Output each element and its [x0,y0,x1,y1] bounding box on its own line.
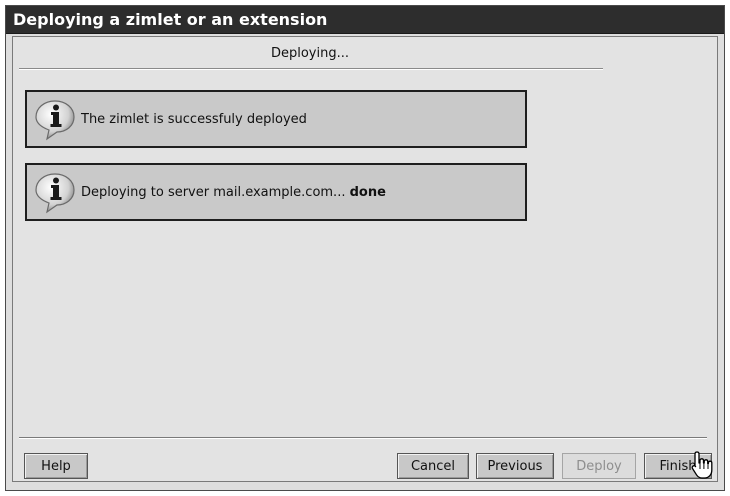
message-box-server: Deploying to server mail.example.com... … [25,163,527,221]
info-icon [35,100,75,141]
dialog-title: Deploying a zimlet or an extension [6,6,724,34]
info-icon [35,173,75,214]
message-text: Deploying to server mail.example.com... … [81,184,386,200]
deploy-button: Deploy [562,453,636,479]
message-text: The zimlet is successfuly deployed [81,111,307,127]
deploy-dialog: Deploying a zimlet or an extension Deplo… [5,5,725,491]
help-button[interactable]: Help [24,453,88,479]
message-box-deployed: The zimlet is successfuly deployed [25,90,527,148]
previous-button[interactable]: Previous [476,453,554,479]
footer-divider [19,437,707,439]
step-divider [19,68,603,70]
step-label: Deploying... [270,46,350,61]
dialog-body: Deploying... The zimlet is successfuly d… [12,36,718,482]
finish-button[interactable]: Finish [644,453,712,479]
cancel-button[interactable]: Cancel [397,453,469,479]
